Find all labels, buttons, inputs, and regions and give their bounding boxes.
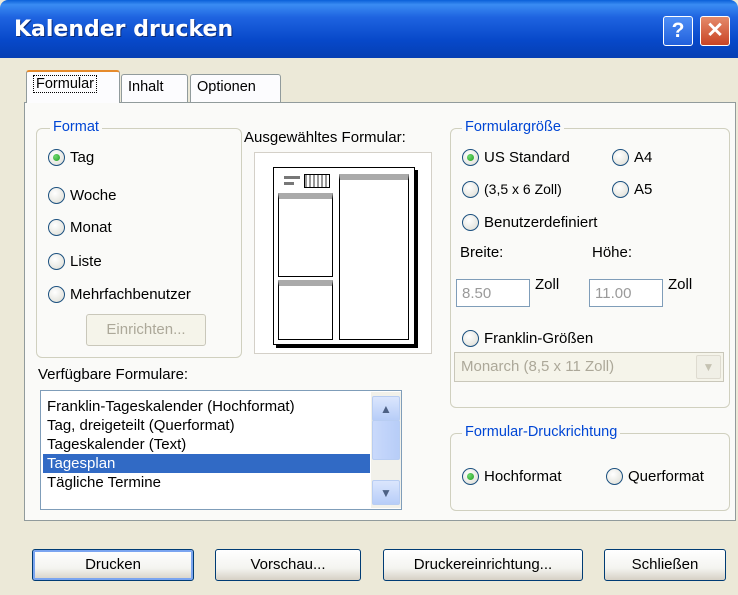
radio-button-icon[interactable] <box>48 252 65 270</box>
radio-woche-label: Woche <box>70 186 117 204</box>
radio-button-icon[interactable] <box>48 285 65 303</box>
preview-header-line <box>284 176 300 179</box>
radio-button-icon[interactable] <box>48 148 65 166</box>
tab-formular-label: Formular <box>33 75 98 93</box>
radio-querformat-label: Querformat <box>628 467 704 485</box>
radio-mehrfachbenutzer[interactable]: Mehrfachbenutzer <box>48 283 191 305</box>
width-label: Breite: <box>460 244 504 261</box>
preview-box-top <box>278 193 333 277</box>
scroll-down-icon[interactable]: ▼ <box>372 480 400 505</box>
preview-label: Ausgewähltes Formular: <box>244 129 406 146</box>
format-legend: Format <box>50 119 102 135</box>
preview-page <box>273 167 415 345</box>
preview-calendar-icon <box>304 174 330 188</box>
width-field[interactable]: 8.50 <box>456 279 530 307</box>
list-item[interactable]: Tagesplan <box>43 454 370 473</box>
franklin-size-value: Monarch (8,5 x 11 Zoll) <box>461 358 615 375</box>
list-item[interactable]: Tag, dreigeteilt (Querformat) <box>43 416 370 435</box>
preview-box-bottom <box>278 280 333 340</box>
radio-button-icon[interactable] <box>462 213 479 231</box>
tab-inhalt-label: Inhalt <box>128 79 164 95</box>
close-icon[interactable]: ✕ <box>700 16 730 46</box>
radio-liste-label: Liste <box>70 252 102 270</box>
radio-button-icon[interactable] <box>462 148 479 166</box>
radio-button-icon[interactable] <box>612 180 629 198</box>
radio-a4[interactable]: A4 <box>612 146 652 168</box>
radio-monat-label: Monat <box>70 218 112 236</box>
tab-inhalt[interactable]: Inhalt <box>121 74 188 102</box>
radio-monat[interactable]: Monat <box>48 216 112 238</box>
print-button[interactable]: Drucken <box>32 549 194 581</box>
radio-tag-label: Tag <box>70 148 95 166</box>
radio-button-icon[interactable] <box>462 467 479 485</box>
preview-button[interactable]: Vorschau... <box>215 549 361 581</box>
radio-liste[interactable]: Liste <box>48 250 102 272</box>
preview-box-right <box>339 174 409 340</box>
radio-a5-label: A5 <box>634 180 653 198</box>
radio-button-icon[interactable] <box>612 148 629 166</box>
height-label: Höhe: <box>592 244 633 261</box>
form-preview <box>254 152 432 354</box>
radio-button-icon[interactable] <box>462 180 479 198</box>
close-button[interactable]: Schließen <box>604 549 726 581</box>
scroll-thumb[interactable] <box>372 420 400 460</box>
height-unit: Zoll <box>668 276 693 293</box>
list-item[interactable]: Tägliche Termine <box>43 473 370 492</box>
radio-hochformat[interactable]: Hochformat <box>462 465 562 487</box>
radio-small[interactable]: (3,5 x 6 Zoll) <box>462 178 562 200</box>
available-forms-label: Verfügbare Formulare: <box>38 366 189 383</box>
radio-benutzerdefiniert-label: Benutzerdefiniert <box>484 213 598 231</box>
radio-franklin-label: Franklin-Größen <box>484 329 594 347</box>
window-title: Kalender drucken <box>14 17 234 42</box>
tab-formular[interactable]: Formular <box>26 70 120 103</box>
radio-button-icon[interactable] <box>462 329 479 347</box>
preview-header-line <box>284 182 294 185</box>
list-item[interactable]: Franklin-Tageskalender (Hochformat) <box>43 397 370 416</box>
orientation-legend: Formular-Druckrichtung <box>462 424 621 440</box>
radio-franklin[interactable]: Franklin-Größen <box>462 327 593 349</box>
radio-button-icon[interactable] <box>48 218 65 236</box>
radio-us-standard[interactable]: US Standard <box>462 146 570 168</box>
radio-a5[interactable]: A5 <box>612 178 652 200</box>
radio-querformat[interactable]: Querformat <box>606 465 704 487</box>
list-scrollbar[interactable]: ▲ ▼ <box>371 392 401 508</box>
tab-optionen[interactable]: Optionen <box>190 74 281 102</box>
radio-tag[interactable]: Tag <box>48 146 94 168</box>
franklin-size-select[interactable]: Monarch (8,5 x 11 Zoll) ▼ <box>454 352 724 382</box>
radio-small-label: (3,5 x 6 Zoll) <box>484 181 562 197</box>
setup-button[interactable]: Einrichten... <box>86 314 206 346</box>
available-forms-list[interactable]: Franklin-Tageskalender (Hochformat) Tag,… <box>40 390 402 510</box>
radio-button-icon[interactable] <box>606 467 623 485</box>
radio-button-icon[interactable] <box>48 186 65 204</box>
width-unit: Zoll <box>535 276 560 293</box>
radio-woche[interactable]: Woche <box>48 184 116 206</box>
radio-us-standard-label: US Standard <box>484 148 570 166</box>
tab-optionen-label: Optionen <box>197 79 256 95</box>
printer-setup-button[interactable]: Druckereinrichtung... <box>383 549 583 581</box>
help-icon[interactable]: ? <box>663 16 693 46</box>
height-field[interactable]: 11.00 <box>589 279 663 307</box>
scroll-up-icon[interactable]: ▲ <box>372 396 400 421</box>
radio-hochformat-label: Hochformat <box>484 467 562 485</box>
title-bar[interactable]: Kalender drucken ? ✕ <box>0 0 738 58</box>
list-item[interactable]: Tageskalender (Text) <box>43 435 370 454</box>
radio-benutzerdefiniert[interactable]: Benutzerdefiniert <box>462 211 597 233</box>
size-legend: Formulargröße <box>462 119 564 135</box>
chevron-down-icon[interactable]: ▼ <box>696 355 721 379</box>
radio-a4-label: A4 <box>634 148 653 166</box>
radio-mehrfachbenutzer-label: Mehrfachbenutzer <box>70 285 191 303</box>
